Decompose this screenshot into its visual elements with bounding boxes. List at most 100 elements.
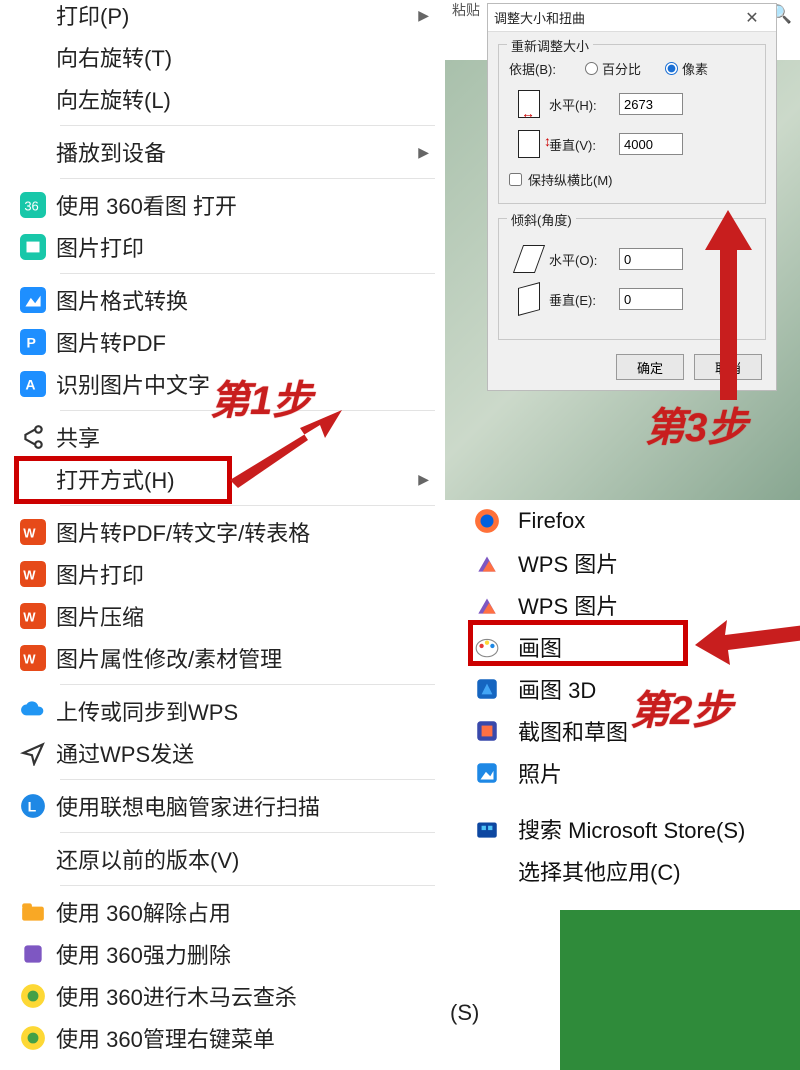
ctx-wps-send-label: 通过WPS发送 bbox=[56, 737, 429, 769]
pdf-icon: P bbox=[20, 329, 56, 355]
firefox-icon bbox=[474, 508, 518, 534]
ctx-rotate-right[interactable]: 向右旋转(T) bbox=[0, 36, 445, 78]
ctx-restore-prev[interactable]: 还原以前的版本(V) bbox=[0, 838, 445, 880]
radio-pixel-label: 像素 bbox=[682, 59, 708, 78]
ctx-wps-send[interactable]: 通过WPS发送 bbox=[0, 732, 445, 774]
app-paint-label: 画图 bbox=[518, 631, 562, 663]
app-ms-store[interactable]: 搜索 Microsoft Store(S) bbox=[462, 808, 800, 850]
ctx-wps-prop-label: 图片属性修改/素材管理 bbox=[56, 642, 429, 674]
skew-horiz-icon bbox=[509, 245, 549, 273]
ctx-360-forcedel-label: 使用 360强力删除 bbox=[56, 938, 429, 970]
resize-group: 重新调整大小 依据(B): 百分比 像素 水平(H): 垂直(V): 保持纵横比… bbox=[498, 44, 766, 204]
svg-text:W: W bbox=[23, 567, 36, 582]
vert-input[interactable] bbox=[619, 133, 683, 155]
ctx-360-unlock[interactable]: 使用 360解除占用 bbox=[0, 891, 445, 933]
separator bbox=[60, 832, 435, 833]
app-choose-other[interactable]: 选择其他应用(C) bbox=[462, 850, 800, 892]
cancel-button[interactable]: 取消 bbox=[694, 354, 762, 380]
ctx-360-forcedel[interactable]: 使用 360强力删除 bbox=[0, 933, 445, 975]
horiz-input[interactable] bbox=[619, 93, 683, 115]
svg-text:L: L bbox=[28, 798, 37, 814]
svg-text:W: W bbox=[23, 525, 36, 540]
horiz-label: 水平(H): bbox=[549, 95, 619, 114]
ctx-image-pdf[interactable]: P 图片转PDF bbox=[0, 321, 445, 363]
close-icon[interactable]: ✕ bbox=[734, 8, 770, 28]
wps-icon: W bbox=[20, 603, 56, 629]
ctx-lenovo-scan[interactable]: L 使用联想电脑管家进行扫描 bbox=[0, 785, 445, 827]
ctx-image-ocr-label: 识别图片中文字 bbox=[56, 368, 429, 400]
open-with-submenu: Firefox WPS 图片 WPS 图片 画图 画图 3D 截图和草图 照片 … bbox=[462, 500, 800, 892]
shield-360-icon bbox=[20, 983, 56, 1009]
separator bbox=[60, 178, 435, 179]
ctx-360-rightmenu[interactable]: 使用 360管理右键菜单 bbox=[0, 1017, 445, 1059]
skew-vert-input[interactable] bbox=[619, 288, 683, 310]
ctx-wps-convert[interactable]: W 图片转PDF/转文字/转表格 bbox=[0, 511, 445, 553]
ctx-360-trojan[interactable]: 使用 360进行木马云查杀 bbox=[0, 975, 445, 1017]
ctx-share-label: 共享 bbox=[56, 421, 429, 453]
resize-legend: 重新调整大小 bbox=[507, 36, 593, 55]
app-360view-icon: 36 bbox=[20, 192, 56, 218]
submenu-arrow-icon: ▶ bbox=[418, 7, 429, 24]
ok-button[interactable]: 确定 bbox=[616, 354, 684, 380]
ctx-print[interactable]: 打印(P) ▶ bbox=[0, 0, 445, 36]
ctx-wps-prop[interactable]: W 图片属性修改/素材管理 bbox=[0, 637, 445, 679]
ctx-wps-upload[interactable]: 上传或同步到WPS bbox=[0, 690, 445, 732]
image-convert-icon bbox=[20, 287, 56, 313]
ctx-wps-compress[interactable]: W 图片压缩 bbox=[0, 595, 445, 637]
separator bbox=[60, 410, 435, 411]
app-ms-store-label: 搜索 Microsoft Store(S) bbox=[518, 813, 745, 845]
app-paint3d[interactable]: 画图 3D bbox=[462, 668, 800, 710]
photos-icon bbox=[474, 760, 518, 786]
horiz-resize-icon bbox=[509, 90, 549, 118]
app-choose-other-label: 选择其他应用(C) bbox=[518, 855, 681, 887]
printer-icon bbox=[20, 234, 56, 260]
ctx-wps-print[interactable]: W 图片打印 bbox=[0, 553, 445, 595]
wps-icon: W bbox=[20, 519, 56, 545]
keep-ratio-checkbox[interactable]: 保持纵横比(M) bbox=[509, 170, 755, 189]
ctx-open-360view[interactable]: 36 使用 360看图 打开 bbox=[0, 184, 445, 226]
lenovo-icon: L bbox=[20, 793, 56, 819]
ctx-open-with[interactable]: 打开方式(H) ▶ bbox=[0, 458, 445, 500]
app-photos-label: 照片 bbox=[518, 757, 562, 789]
ctx-image-pdf-label: 图片转PDF bbox=[56, 326, 429, 358]
app-wps-pic-2[interactable]: WPS 图片 bbox=[462, 584, 800, 626]
dialog-titlebar: 调整大小和扭曲 ✕ bbox=[488, 4, 776, 32]
snip-icon bbox=[474, 718, 518, 744]
ctx-open-360view-label: 使用 360看图 打开 bbox=[56, 189, 429, 221]
ctx-lenovo-scan-label: 使用联想电脑管家进行扫描 bbox=[56, 790, 429, 822]
ctx-image-convert-label: 图片格式转换 bbox=[56, 284, 429, 316]
ctx-image-convert[interactable]: 图片格式转换 bbox=[0, 279, 445, 321]
app-paint[interactable]: 画图 bbox=[462, 626, 800, 668]
ctx-restore-label: 还原以前的版本(V) bbox=[56, 843, 429, 875]
skew-horiz-label: 水平(O): bbox=[549, 250, 619, 269]
ctx-wps-upload-label: 上传或同步到WPS bbox=[56, 695, 429, 727]
resize-skew-dialog: 调整大小和扭曲 ✕ 重新调整大小 依据(B): 百分比 像素 水平(H): 垂直… bbox=[487, 3, 777, 391]
ctx-rotate-left[interactable]: 向左旋转(L) bbox=[0, 78, 445, 120]
separator bbox=[60, 273, 435, 274]
app-snip-label: 截图和草图 bbox=[518, 715, 628, 747]
app-wps-pic-1[interactable]: WPS 图片 bbox=[462, 542, 800, 584]
app-paint3d-label: 画图 3D bbox=[518, 673, 596, 705]
shield-360-icon bbox=[20, 1025, 56, 1051]
ctx-wps-print-label: 图片打印 bbox=[56, 558, 429, 590]
app-firefox[interactable]: Firefox bbox=[462, 500, 800, 542]
skew-horiz-input[interactable] bbox=[619, 248, 683, 270]
separator bbox=[60, 779, 435, 780]
ctx-cast-device[interactable]: 播放到设备 ▶ bbox=[0, 131, 445, 173]
ms-store-icon bbox=[474, 816, 518, 842]
vert-resize-icon bbox=[509, 130, 549, 158]
ctx-image-print[interactable]: 图片打印 bbox=[0, 226, 445, 268]
separator bbox=[60, 125, 435, 126]
folder-unlock-icon bbox=[20, 899, 56, 925]
by-label: 依据(B): bbox=[509, 59, 561, 78]
ctx-share[interactable]: 共享 bbox=[0, 416, 445, 458]
ctx-360-rightmenu-label: 使用 360管理右键菜单 bbox=[56, 1022, 429, 1054]
app-photos[interactable]: 照片 bbox=[462, 752, 800, 794]
app-snip[interactable]: 截图和草图 bbox=[462, 710, 800, 752]
radio-pixel[interactable]: 像素 bbox=[665, 59, 708, 78]
ctx-image-ocr[interactable]: A 识别图片中文字 bbox=[0, 363, 445, 405]
svg-text:W: W bbox=[23, 651, 36, 666]
dialog-title: 调整大小和扭曲 bbox=[494, 8, 734, 27]
radio-percent[interactable]: 百分比 bbox=[585, 59, 641, 78]
ctx-rotate-right-label: 向右旋转(T) bbox=[56, 41, 429, 73]
